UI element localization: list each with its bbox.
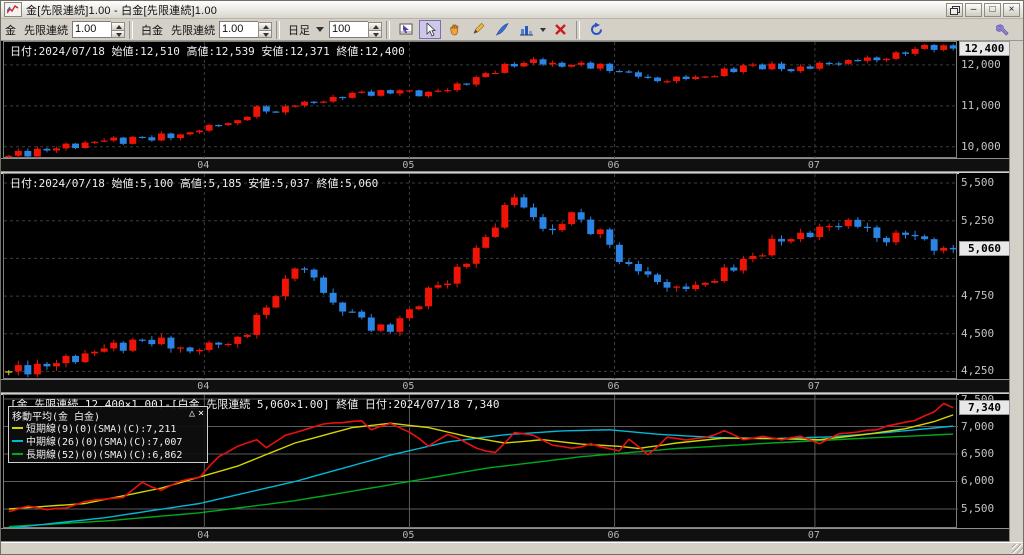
legend-row-label: 長期線(52)(0)(SMA)(C):6,862 [26, 450, 183, 461]
platinum-label: 白金 [141, 24, 163, 37]
gold-ratio-arrows[interactable] [111, 21, 125, 38]
time-axis-1[interactable]: 04 05 06 07 [1, 158, 1009, 172]
pencil-draw-icon[interactable] [467, 20, 489, 39]
chart-window: 金[先限連続]1.00 - 白金[先限連続]1.00 – □ × 金 先限連続 1.… [0, 0, 1024, 555]
time-axis-2[interactable]: 04 05 06 07 [1, 379, 1009, 393]
month-tick-label: 04 [197, 530, 210, 541]
gold-series-label: 先限連続 [24, 24, 68, 37]
month-tick-label: 07 [807, 160, 820, 171]
chart-type-dropdown-icon[interactable] [538, 20, 548, 39]
hand-pan-icon[interactable] [443, 20, 465, 39]
axis-tick-label: 12,000 [961, 57, 1001, 71]
axis-tick-label: 6,000 [961, 474, 995, 488]
panel-1-info-line: 日付:2024/07/18 始値:12,510 高値:12,539 安値:12,… [10, 45, 405, 58]
axis-tick-label: 10,000 [961, 139, 1001, 153]
price-axis-2[interactable]: 5,500 5,250 4,750 4,500 4,250 5,060 [959, 173, 1010, 393]
axis-tick-label: 4,500 [961, 326, 995, 340]
toolbar-separator [129, 20, 133, 39]
platinum-ratio-spinner[interactable]: 1.00 [219, 21, 272, 38]
gold-label: 金 [5, 24, 16, 37]
axis-tick-label: 11,000 [961, 98, 1001, 112]
refresh-icon[interactable] [585, 20, 607, 39]
month-tick-label: 05 [402, 160, 415, 171]
axis-tick-label: 5,500 [961, 176, 995, 190]
spread-plot[interactable]: [金 先限連続 12,400×1.00]-[白金 先限連続 5,060×1.00… [3, 394, 958, 529]
candlestick-plot-2[interactable]: 日付:2024/07/18 始値:5,100 高値:5,185 安値:5,037… [3, 173, 958, 380]
candlestick-plot-1[interactable]: 日付:2024/07/18 始値:12,510 高値:12,539 安値:12,… [3, 41, 958, 159]
toolbar-separator [386, 20, 390, 39]
legend-line-swatch [12, 452, 23, 455]
current-price-label: 12,400 [959, 40, 1010, 56]
month-tick-label: 04 [197, 381, 210, 392]
platinum-series-label: 先限連続 [171, 24, 215, 37]
month-tick-label: 06 [607, 530, 620, 541]
plot-canvas[interactable] [4, 42, 958, 159]
month-tick-label: 05 [402, 381, 415, 392]
plot-canvas[interactable] [4, 174, 958, 380]
month-tick-label: 07 [807, 381, 820, 392]
moving-average-legend: 移動平均(金 白金) △ × 短期線(9)(0)(SMA)(C):7,211 中期線(2… [8, 406, 208, 463]
axis-tick-label: 4,750 [961, 289, 995, 303]
axis-tick-label: 7,000 [961, 419, 995, 433]
toolbar-separator [576, 20, 580, 39]
price-axis-1[interactable]: 12,000 11,000 10,000 12,400 [959, 40, 1010, 172]
chart-type-icon[interactable] [515, 20, 537, 39]
period-dropdown-icon[interactable] [316, 27, 324, 32]
bar-count-spinner[interactable]: 100 [329, 21, 382, 38]
toolbar-separator [276, 20, 280, 39]
close-button[interactable]: × [1003, 3, 1020, 17]
gold-ratio-spinner[interactable]: 1.00 [72, 21, 125, 38]
title-bar[interactable]: 金[先限連続]1.00 - 白金[先限連続]1.00 – □ × [1, 1, 1023, 19]
resize-grip[interactable] [1012, 544, 1023, 554]
platinum-ratio-value[interactable]: 1.00 [219, 21, 258, 38]
legend-line-swatch [12, 439, 23, 442]
app-chart-icon [4, 2, 22, 17]
axis-tick-label: 4,250 [961, 364, 995, 378]
status-bar [1, 542, 1023, 554]
right-margin-column [1009, 41, 1023, 542]
month-tick-label: 05 [402, 530, 415, 541]
legend-line-swatch [12, 426, 23, 429]
month-tick-label: 06 [607, 160, 620, 171]
chart-workspace: 日付:2024/07/18 始値:12,510 高値:12,539 安値:12,… [1, 40, 1023, 544]
restore-window-button[interactable] [946, 3, 963, 17]
settings-wrench-icon[interactable] [992, 20, 1014, 39]
legend-close-button[interactable]: × [198, 408, 204, 419]
crosshair-tool-icon[interactable] [395, 20, 417, 39]
brush-draw-icon[interactable] [491, 20, 513, 39]
bar-count-value[interactable]: 100 [329, 21, 368, 38]
select-tool-icon[interactable] [419, 20, 441, 39]
month-tick-label: 07 [807, 530, 820, 541]
bar-count-arrows[interactable] [368, 21, 382, 38]
maximize-button[interactable]: □ [984, 3, 1001, 17]
current-price-label: 7,340 [959, 399, 1010, 415]
platinum-ratio-arrows[interactable] [258, 21, 272, 38]
axis-tick-label: 5,250 [961, 213, 995, 227]
window-title: 金[先限連続]1.00 - 白金[先限連続]1.00 [26, 4, 218, 17]
month-tick-label: 04 [197, 160, 210, 171]
legend-row: 長期線(52)(0)(SMA)(C):6,862 [12, 447, 204, 461]
axis-tick-label: 6,500 [961, 446, 995, 460]
minimize-button[interactable]: – [965, 3, 982, 17]
delete-drawing-icon[interactable] [549, 20, 571, 39]
gold-ratio-value[interactable]: 1.00 [72, 21, 111, 38]
legend-collapse-button[interactable]: △ [189, 408, 195, 419]
panel-2-info-line: 日付:2024/07/18 始値:5,100 高値:5,185 安値:5,037… [10, 177, 379, 190]
axis-tick-label: 5,500 [961, 501, 995, 515]
time-axis-3[interactable]: 04 05 06 07 [1, 528, 1009, 542]
toolbar: 金 先限連続 1.00 白金 先限連続 1.00 日足 100 [1, 19, 1023, 41]
price-axis-3[interactable]: 7,5007,0006,5006,0005,5005,0007,340 [959, 393, 1010, 542]
month-tick-label: 06 [607, 381, 620, 392]
period-select[interactable]: 日足 [288, 22, 310, 38]
current-price-label: 5,060 [959, 241, 1010, 257]
